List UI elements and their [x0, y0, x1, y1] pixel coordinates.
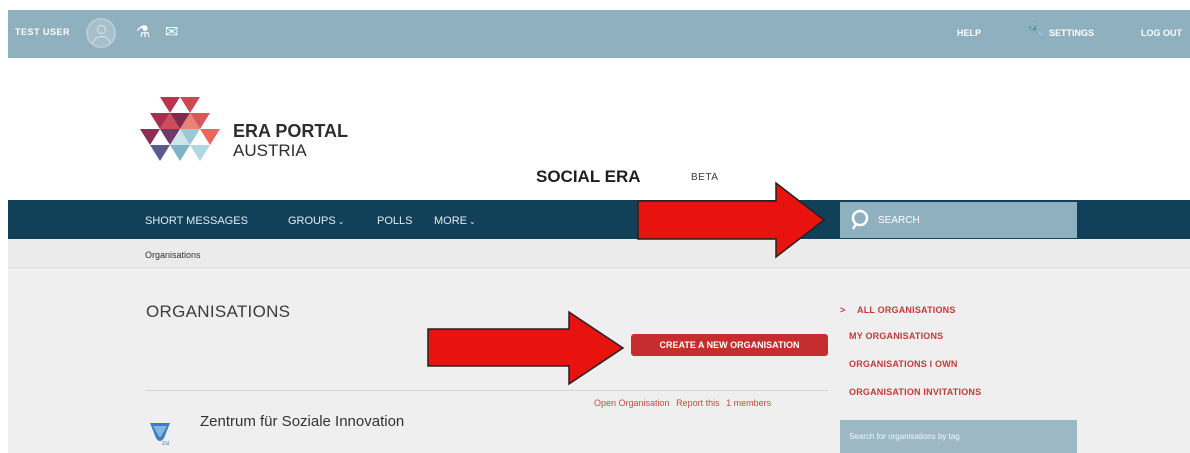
- tag-search-box[interactable]: Search for organisations by tag: [840, 420, 1077, 453]
- top-bar: TEST USER ⚗ ✉ HELP 🔧 SETTINGS LOG OUT: [8, 10, 1190, 58]
- logout-link[interactable]: LOG OUT: [1141, 28, 1182, 38]
- avatar[interactable]: [86, 18, 116, 48]
- nav-groups[interactable]: GROUPS ⌄: [288, 215, 344, 227]
- wrench-icon[interactable]: 🔧: [1027, 22, 1046, 40]
- tag-search-placeholder: Search for organisations by tag: [849, 432, 960, 441]
- create-organisation-button[interactable]: CREATE A NEW ORGANISATION: [631, 334, 828, 356]
- avatar-head-shape: [97, 25, 106, 34]
- organisation-logo[interactable]: zsi: [148, 420, 172, 446]
- divider: [146, 390, 828, 391]
- nav-more-label: MORE: [434, 215, 467, 227]
- nav-groups-label: GROUPS: [288, 215, 336, 227]
- logo-text-primary: ERA PORTAL: [233, 121, 348, 141]
- help-link[interactable]: HELP: [957, 28, 981, 38]
- site-title[interactable]: SOCIAL ERA: [536, 167, 641, 187]
- page: TEST USER ⚗ ✉ HELP 🔧 SETTINGS LOG OUT ER…: [0, 0, 1190, 453]
- organisation-name[interactable]: Zentrum für Soziale Innovation: [200, 413, 404, 430]
- era-portal-logo[interactable]: [140, 95, 220, 167]
- open-organisation-link[interactable]: Open Organisation: [594, 398, 670, 408]
- sidebar-link-organisations-i-own[interactable]: ORGANISATIONS I OWN: [849, 359, 958, 369]
- sidebar-link-organisation-invitations[interactable]: ORGANISATION INVITATIONS: [849, 387, 981, 397]
- member-count[interactable]: 1 members: [726, 398, 771, 408]
- chevron-down-icon: ⌄: [337, 217, 345, 226]
- nav-short-messages-label: SHORT MESSAGES: [145, 215, 248, 227]
- annotation-arrow-create: [427, 310, 625, 386]
- search-input[interactable]: [878, 211, 1058, 229]
- settings-link[interactable]: SETTINGS: [1049, 28, 1094, 38]
- search-icon[interactable]: [850, 209, 870, 231]
- search-box[interactable]: [840, 202, 1077, 238]
- org-actions: Open Organisation Report this 1 members: [594, 398, 775, 408]
- report-link[interactable]: Report this: [676, 398, 720, 408]
- user-name[interactable]: TEST USER: [15, 27, 70, 37]
- sidebar-link-all-organisations[interactable]: ALL ORGANISATIONS: [857, 305, 956, 315]
- messages-icon[interactable]: ✉: [165, 23, 178, 43]
- chevron-down-icon: ⌄: [469, 217, 476, 226]
- nav-polls[interactable]: POLLS: [377, 215, 412, 227]
- sidebar-link-my-organisations[interactable]: MY ORGANISATIONS: [849, 331, 943, 341]
- nav-short-messages[interactable]: SHORT MESSAGES: [145, 215, 248, 227]
- active-marker: >: [840, 305, 846, 315]
- svg-text:zsi: zsi: [162, 441, 169, 446]
- breadcrumb: Organisations: [8, 239, 1190, 269]
- nav-more[interactable]: MORE ⌄: [434, 215, 476, 227]
- users-icon[interactable]: ⚗: [136, 23, 150, 43]
- nav-polls-label: POLLS: [377, 215, 413, 227]
- page-title: ORGANISATIONS: [146, 302, 291, 321]
- logo-text-secondary: AUSTRIA: [233, 141, 307, 160]
- annotation-arrow-search: [637, 181, 826, 259]
- avatar-body-shape: [92, 36, 111, 46]
- breadcrumb-item-organisations[interactable]: Organisations: [145, 250, 201, 260]
